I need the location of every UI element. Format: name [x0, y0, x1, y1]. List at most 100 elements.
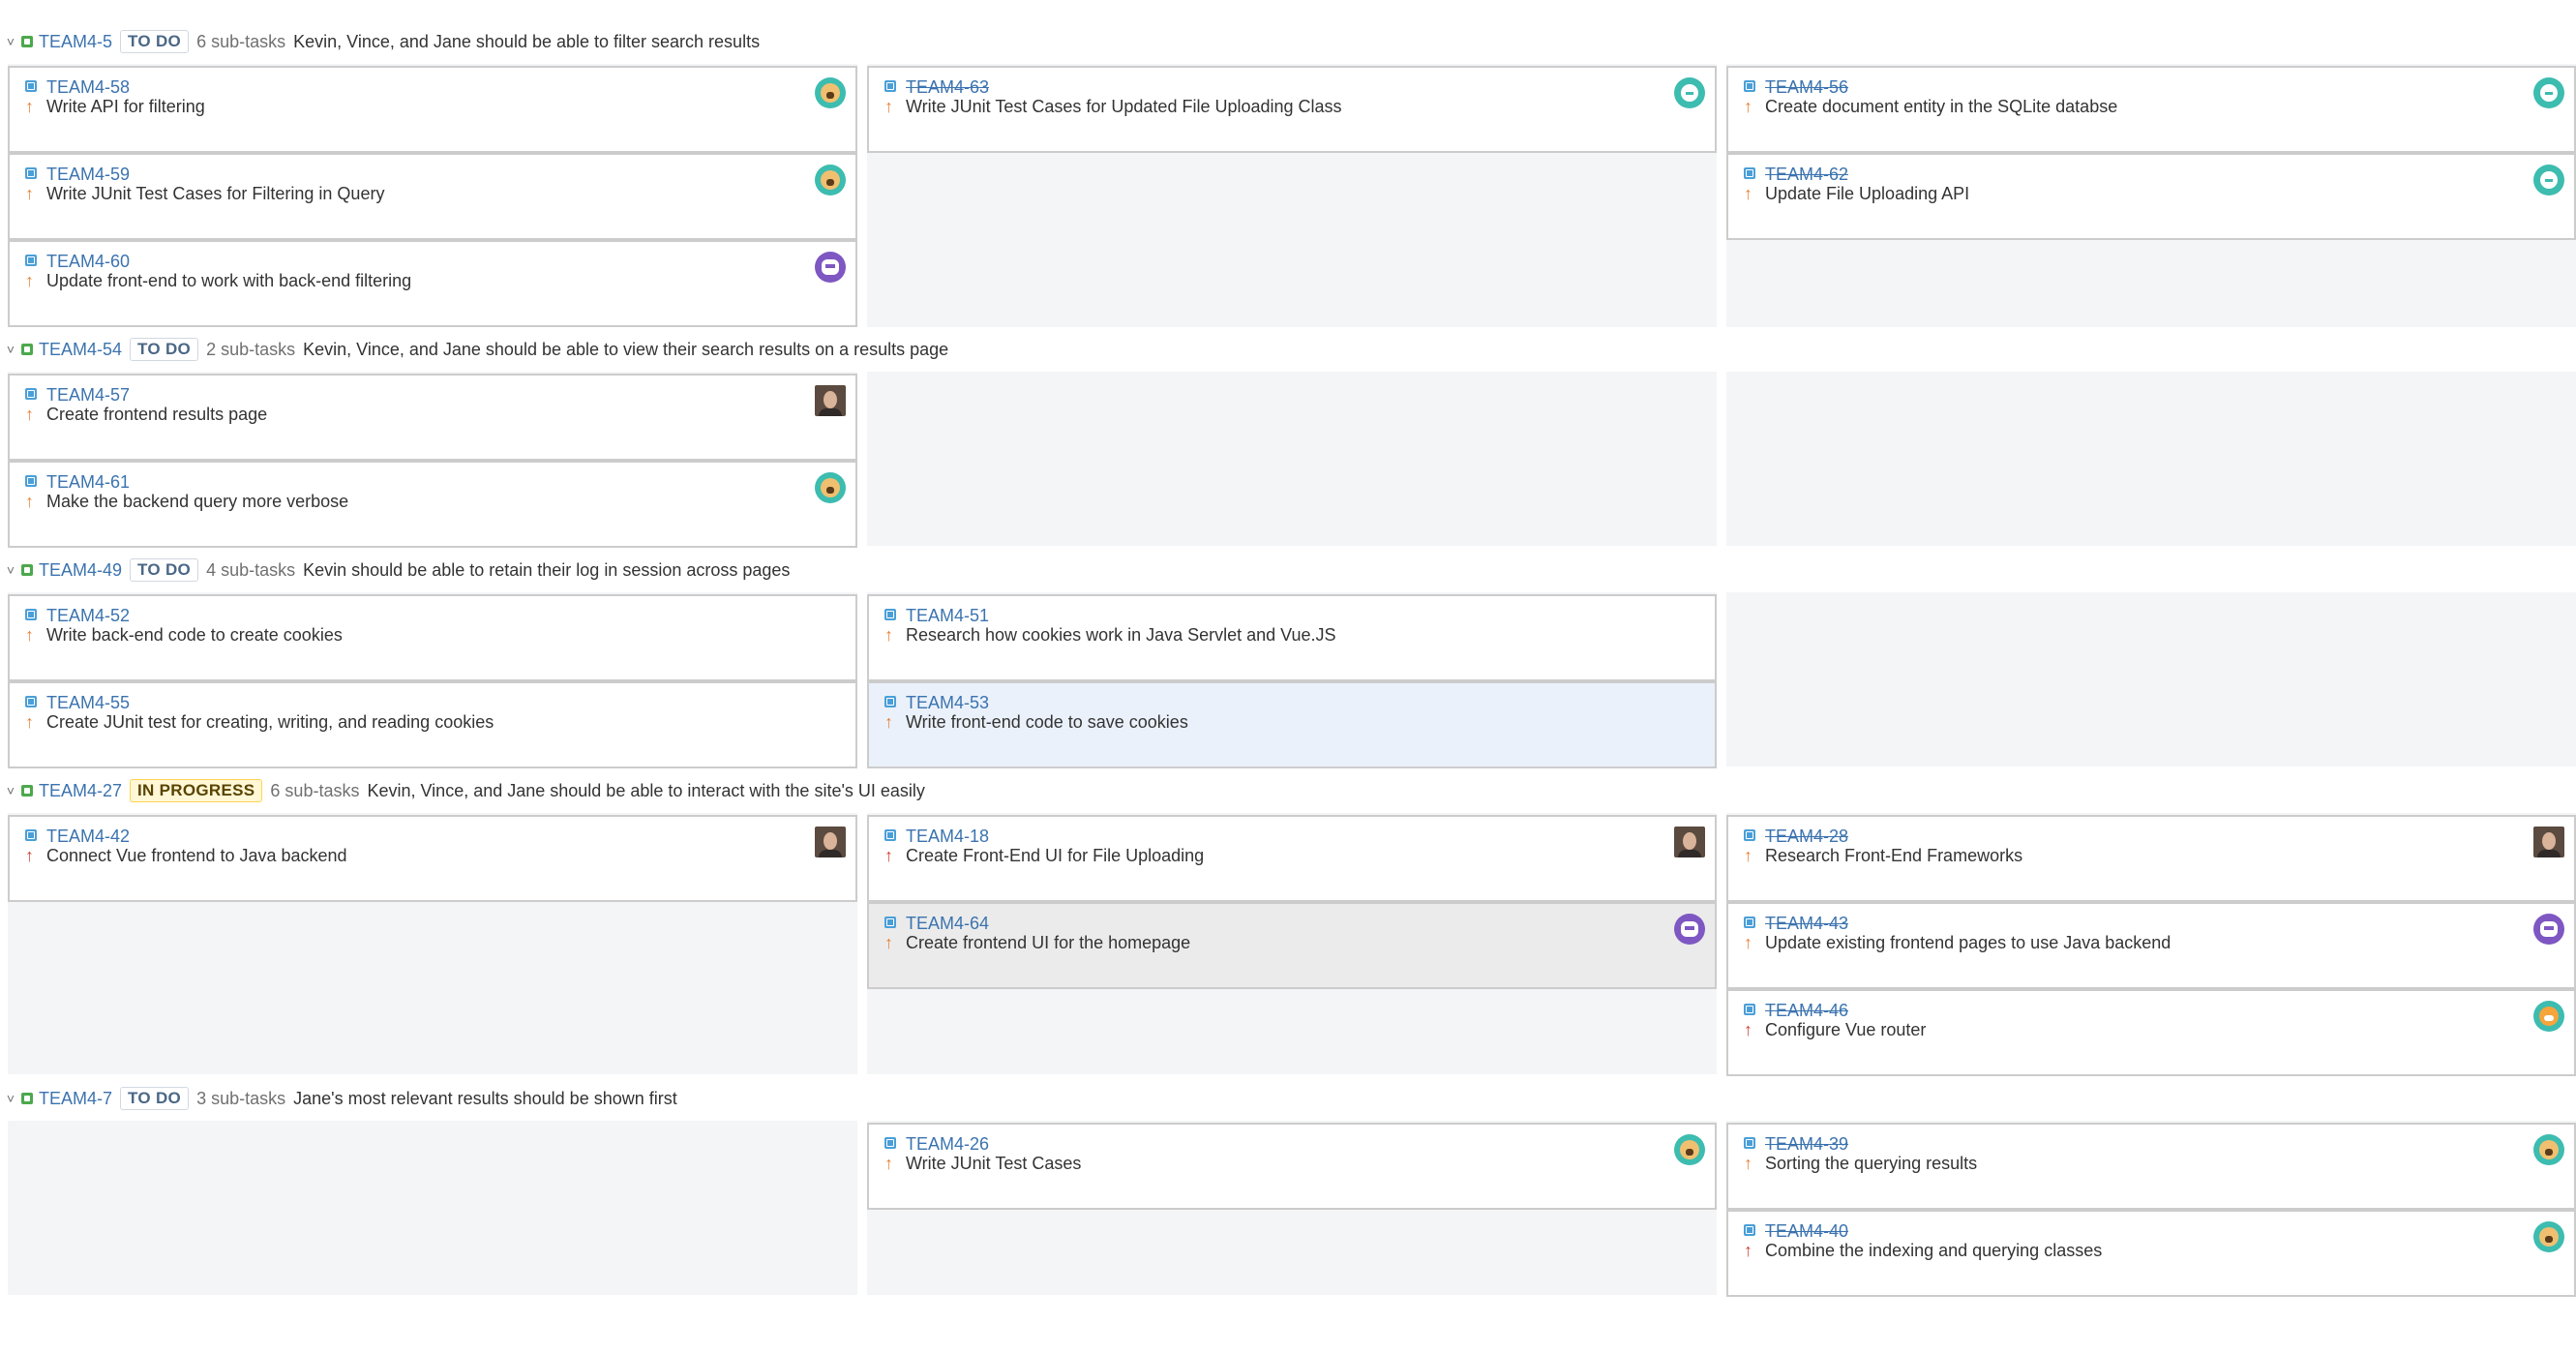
column-background — [8, 1121, 857, 1295]
issue-key-link[interactable]: TEAM4-18 — [906, 827, 989, 847]
subtask-icon — [884, 609, 896, 620]
issue-key-link[interactable]: TEAM4-53 — [906, 693, 989, 713]
photo-avatar[interactable] — [815, 827, 846, 857]
column-background — [1726, 592, 2576, 767]
swimlane-header[interactable]: ˅ TEAM4-54 TO DO 2 sub-tasks Kevin, Vinc… — [0, 335, 948, 364]
issue-key-link[interactable]: TEAM4-27 — [39, 781, 122, 801]
issue-card[interactable]: TEAM4-52 ↑ Write back-end code to create c… — [8, 594, 857, 681]
swimlane-summary: Kevin, Vince, and Jane should be able to… — [293, 31, 761, 51]
issue-key-link[interactable]: TEAM4-58 — [46, 77, 130, 98]
issue-card[interactable]: TEAM4-43 ↑ Update existing frontend pages … — [1726, 902, 2576, 989]
issue-key-link[interactable]: TEAM4-7 — [39, 1089, 112, 1109]
issue-key-link[interactable]: TEAM4-51 — [906, 606, 989, 626]
issue-key-link[interactable]: TEAM4-39 — [1765, 1134, 1848, 1155]
issue-card[interactable]: TEAM4-42 ↑ Connect Vue frontend to Java ba… — [8, 815, 857, 902]
issue-card[interactable]: TEAM4-62 ↑ Update File Uploading API — [1726, 153, 2576, 240]
issue-card[interactable]: TEAM4-55 ↑ Create JUnit test for creating,… — [8, 681, 857, 768]
issue-key-link[interactable]: TEAM4-63 — [906, 77, 989, 98]
issue-card[interactable]: TEAM4-56 ↑ Create document entity in the S… — [1726, 66, 2576, 153]
issue-card[interactable]: TEAM4-40 ↑ Combine the indexing and queryi… — [1726, 1210, 2576, 1297]
issue-card[interactable]: TEAM4-18 ↑ Create Front-End UI for File Up… — [867, 815, 1717, 902]
swimlane-summary: Kevin, Vince, and Jane should be able to… — [303, 339, 949, 359]
issue-summary: Write back-end code to create cookies — [46, 625, 343, 645]
issue-key-link[interactable]: TEAM4-61 — [46, 472, 130, 493]
swimlane-header[interactable]: ˅ TEAM4-7 TO DO 3 sub-tasks Jane's most … — [0, 1084, 677, 1113]
swimlane-header[interactable]: ˅ TEAM4-5 TO DO 6 sub-tasks Kevin, Vince… — [0, 27, 760, 56]
ghost-avatar[interactable] — [2533, 165, 2564, 195]
issue-key-link[interactable]: TEAM4-42 — [46, 827, 130, 847]
swimlane-header[interactable]: ˅ TEAM4-27 IN PROGRESS 6 sub-tasks Kevin… — [0, 776, 925, 805]
major-priority-icon: ↑ — [884, 97, 893, 116]
critical-priority-icon: ↑ — [1744, 1241, 1752, 1260]
issue-summary: Create frontend results page — [46, 405, 268, 424]
issue-card[interactable]: TEAM4-46 ↑ Configure Vue router — [1726, 989, 2576, 1076]
issue-key-link[interactable]: TEAM4-40 — [1765, 1221, 1848, 1242]
ghost-avatar[interactable] — [2533, 77, 2564, 108]
issue-card[interactable]: TEAM4-59 ↑ Write JUnit Test Cases for Filt… — [8, 153, 857, 240]
major-priority-icon: ↑ — [25, 492, 34, 511]
robot-avatar[interactable] — [815, 252, 846, 283]
photo-avatar[interactable] — [2533, 827, 2564, 857]
photo-avatar[interactable] — [815, 385, 846, 416]
issue-card[interactable]: TEAM4-61 ↑ Make the backend query more ver… — [8, 461, 857, 548]
issue-card[interactable]: TEAM4-26 ↑ Write JUnit Test Cases — [867, 1123, 1717, 1210]
tiger-avatar[interactable] — [2533, 1001, 2564, 1032]
dog-avatar[interactable] — [2533, 1221, 2564, 1252]
issue-card[interactable]: TEAM4-60 ↑ Update front-end to work with b… — [8, 240, 857, 327]
issue-key-link[interactable]: TEAM4-46 — [1765, 1001, 1848, 1021]
dog-avatar[interactable] — [815, 165, 846, 195]
issue-key-link[interactable]: TEAM4-55 — [46, 693, 130, 713]
chevron-down-icon[interactable]: ˅ — [4, 342, 17, 357]
issue-card[interactable]: TEAM4-39 ↑ Sorting the querying results — [1726, 1123, 2576, 1210]
issue-key-link[interactable]: TEAM4-28 — [1765, 827, 1848, 847]
chevron-down-icon[interactable]: ˅ — [4, 562, 17, 578]
robot-avatar[interactable] — [2533, 914, 2564, 945]
issue-summary: Research Front-End Frameworks — [1765, 846, 2023, 865]
issue-summary: Write JUnit Test Cases — [906, 1154, 1082, 1173]
issue-card[interactable]: TEAM4-51 ↑ Research how cookies work in Ja… — [867, 594, 1717, 681]
column-background — [1726, 372, 2576, 546]
major-priority-icon: ↑ — [25, 184, 34, 203]
issue-summary: Make the backend query more verbose — [46, 492, 349, 511]
subtask-count: 3 sub-tasks — [196, 1088, 286, 1108]
robot-avatar[interactable] — [1674, 914, 1705, 945]
issue-key-link[interactable]: TEAM4-56 — [1765, 77, 1848, 98]
major-priority-icon: ↑ — [884, 1154, 893, 1173]
subtask-icon — [1744, 80, 1755, 92]
subtask-icon — [1744, 1004, 1755, 1015]
issue-key-link[interactable]: TEAM4-5 — [39, 32, 112, 52]
ghost-avatar[interactable] — [1674, 77, 1705, 108]
dog-avatar[interactable] — [1674, 1134, 1705, 1165]
issue-key-link[interactable]: TEAM4-57 — [46, 385, 130, 406]
issue-summary: Create JUnit test for creating, writing,… — [46, 712, 494, 732]
swimlane-header[interactable]: ˅ TEAM4-49 TO DO 4 sub-tasks Kevin shoul… — [0, 556, 790, 585]
subtask-icon — [25, 80, 37, 92]
swimlane-summary: Kevin should be able to retain their log… — [303, 559, 791, 580]
issue-card[interactable]: TEAM4-28 ↑ Research Front-End Frameworks — [1726, 815, 2576, 902]
issue-key-link[interactable]: TEAM4-49 — [39, 560, 122, 581]
issue-card[interactable]: TEAM4-63 ↑ Write JUnit Test Cases for Upda… — [867, 66, 1717, 153]
issue-summary: Sorting the querying results — [1765, 1154, 1978, 1173]
issue-card[interactable]: TEAM4-57 ↑ Create frontend results page — [8, 374, 857, 461]
photo-avatar[interactable] — [1674, 827, 1705, 857]
issue-key-link[interactable]: TEAM4-54 — [39, 340, 122, 360]
dog-avatar[interactable] — [815, 472, 846, 503]
chevron-down-icon[interactable]: ˅ — [4, 1091, 17, 1106]
issue-card[interactable]: TEAM4-53 ↑ Write front-end code to save co… — [867, 681, 1717, 768]
issue-summary: Research how cookies work in Java Servle… — [906, 625, 1336, 645]
issue-key-link[interactable]: TEAM4-64 — [906, 914, 989, 934]
issue-key-link[interactable]: TEAM4-59 — [46, 165, 130, 185]
chevron-down-icon[interactable]: ˅ — [4, 783, 17, 798]
issue-key-link[interactable]: TEAM4-62 — [1765, 165, 1848, 185]
issue-key-link[interactable]: TEAM4-43 — [1765, 914, 1848, 934]
issue-card[interactable]: TEAM4-58 ↑ Write API for filtering — [8, 66, 857, 153]
issue-key-link[interactable]: TEAM4-26 — [906, 1134, 989, 1155]
dog-avatar[interactable] — [2533, 1134, 2564, 1165]
issue-key-link[interactable]: TEAM4-60 — [46, 252, 130, 272]
issue-key-link[interactable]: TEAM4-52 — [46, 606, 130, 626]
story-icon — [21, 1093, 33, 1104]
chevron-down-icon[interactable]: ˅ — [4, 34, 17, 49]
issue-card[interactable]: TEAM4-64 ↑ Create frontend UI for the home… — [867, 902, 1717, 989]
subtask-icon — [25, 609, 37, 620]
dog-avatar[interactable] — [815, 77, 846, 108]
